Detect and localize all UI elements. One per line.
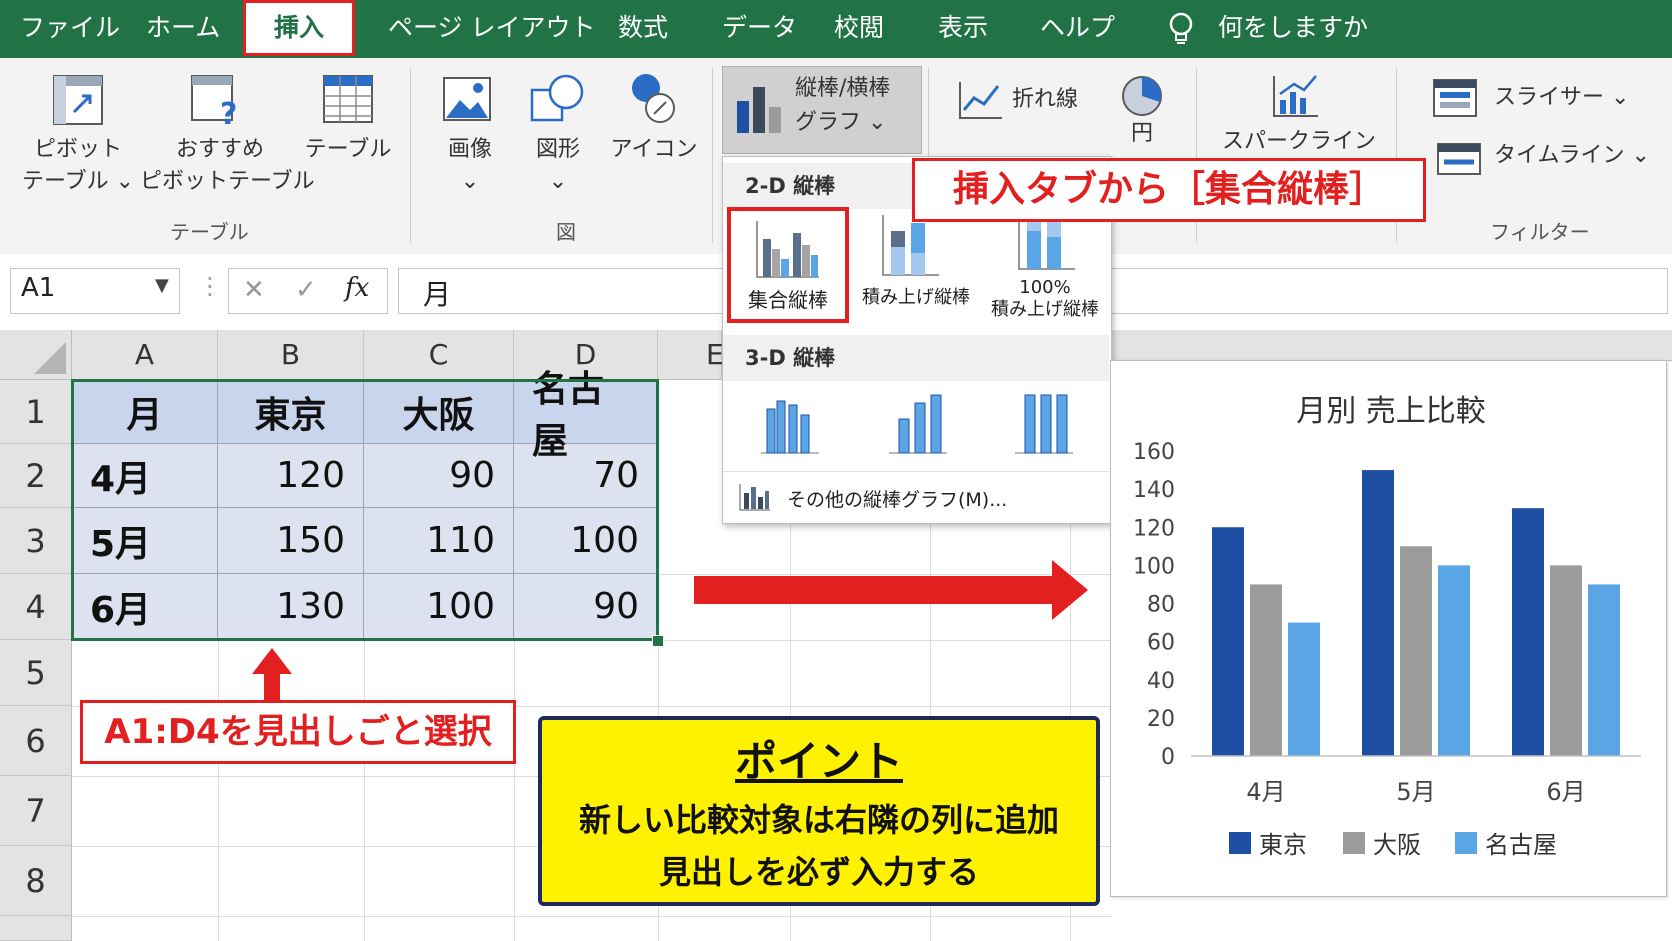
divider bbox=[723, 471, 1109, 472]
chart-title: 月別 売上比較 bbox=[1296, 394, 1486, 429]
3d-stacked-100-column-icon[interactable] bbox=[1013, 389, 1075, 459]
bar-名古屋-4月 bbox=[1288, 622, 1320, 756]
3d-stacked-column-icon[interactable] bbox=[887, 389, 949, 459]
more-column-charts-label: その他の縦棒グラフ(M)... bbox=[787, 489, 1008, 511]
y-tick-label: 0 bbox=[1161, 745, 1175, 770]
bar-名古屋-6月 bbox=[1588, 584, 1620, 756]
legend-swatch bbox=[1455, 832, 1477, 854]
legend-swatch bbox=[1343, 832, 1365, 854]
x-tick-label: 5月 bbox=[1396, 778, 1435, 806]
stacked-100-column-option[interactable]: 100% 積み上げ縦棒 bbox=[981, 211, 1109, 323]
y-tick-label: 160 bbox=[1133, 440, 1175, 465]
y-tick-label: 140 bbox=[1133, 478, 1175, 503]
up-arrow bbox=[252, 648, 292, 700]
legend-label: 東京 bbox=[1259, 831, 1307, 859]
chart[interactable]: 月別 売上比較 0 20 40 60 80 100 120 140 160 4月 5月 6月 東京 大… bbox=[1110, 360, 1667, 897]
stacked-column-label: 積み上げ縦棒 bbox=[862, 287, 970, 308]
stacked-100-column-icon bbox=[1017, 213, 1077, 275]
point-box: ポイント 新しい比較対象は右隣の列に追加 見出しを必ず入力する bbox=[538, 716, 1100, 906]
y-tick-label: 100 bbox=[1133, 554, 1175, 579]
stacked-column-icon bbox=[881, 213, 941, 281]
bar-東京-5月 bbox=[1362, 470, 1394, 756]
clustered-column-icon bbox=[755, 219, 821, 283]
point-line-2: 見出しを必ず入力する bbox=[658, 853, 979, 891]
legend-label: 大阪 bbox=[1373, 831, 1421, 859]
legend-label: 名古屋 bbox=[1485, 831, 1557, 859]
y-tick-label: 80 bbox=[1147, 593, 1175, 618]
y-tick-label: 40 bbox=[1147, 669, 1175, 694]
right-arrow bbox=[694, 560, 1088, 620]
stacked-100-label-1: 100% bbox=[1019, 277, 1071, 298]
y-tick-label: 20 bbox=[1147, 707, 1175, 732]
bar-大阪-4月 bbox=[1250, 584, 1282, 756]
x-tick-label: 4月 bbox=[1246, 778, 1285, 806]
bar-大阪-6月 bbox=[1550, 565, 1582, 756]
3d-clustered-column-icon[interactable] bbox=[759, 389, 821, 459]
callout-insert-tab: 挿入タブから［集合縦棒］ bbox=[912, 158, 1426, 222]
callout-select-range: A1:D4を見出しごと選択 bbox=[80, 700, 516, 764]
point-title: ポイント bbox=[734, 737, 903, 786]
point-line-1: 新しい比較対象は右隣の列に追加 bbox=[578, 801, 1059, 839]
section-3d-column: 3-D 縦棒 bbox=[723, 335, 1109, 381]
legend-swatch bbox=[1229, 832, 1251, 854]
y-tick-label: 60 bbox=[1147, 631, 1175, 656]
clustered-column-label: 集合縦棒 bbox=[748, 288, 828, 312]
stacked-100-label-2: 積み上げ縦棒 bbox=[991, 299, 1099, 320]
more-column-charts[interactable]: その他の縦棒グラフ(M)... bbox=[723, 475, 1109, 519]
clustered-column-option[interactable]: 集合縦棒 bbox=[727, 207, 849, 323]
chart-svg: 月別 売上比較 0 20 40 60 80 100 120 140 160 4月 5月 6月 東京 大… bbox=[1133, 394, 1641, 859]
bar-東京-4月 bbox=[1212, 527, 1244, 756]
bar-大阪-5月 bbox=[1400, 546, 1432, 756]
stacked-column-option[interactable]: 積み上げ縦棒 bbox=[851, 211, 981, 323]
bar-東京-6月 bbox=[1512, 508, 1544, 756]
bar-名古屋-5月 bbox=[1438, 565, 1470, 756]
column-chart-icon bbox=[739, 483, 771, 515]
x-tick-label: 6月 bbox=[1546, 778, 1585, 806]
y-tick-label: 120 bbox=[1133, 516, 1175, 541]
